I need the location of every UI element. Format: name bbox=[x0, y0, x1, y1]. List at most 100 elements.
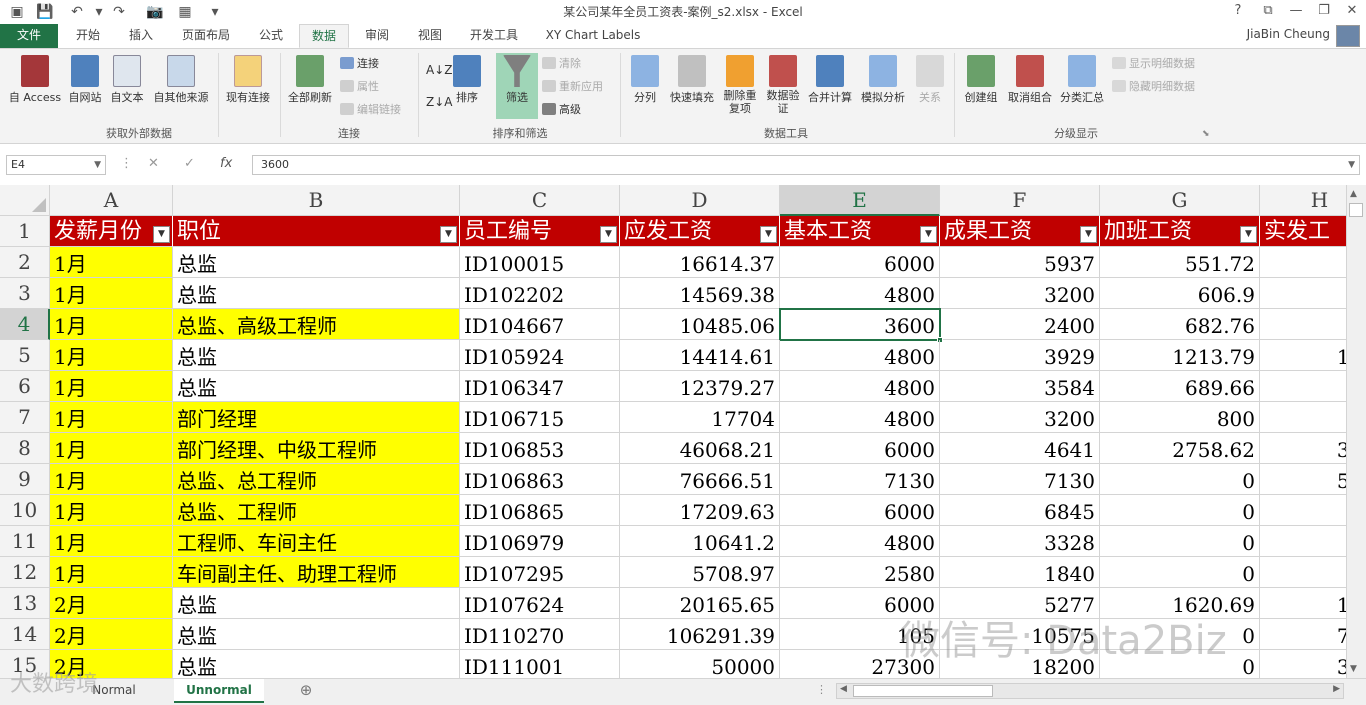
cell-base[interactable]: 2580 bbox=[780, 557, 940, 588]
tab-formulas[interactable]: 公式 bbox=[246, 24, 296, 48]
cell-month[interactable]: 1月 bbox=[50, 278, 173, 309]
cell-title[interactable]: 车间副主任、助理工程师 bbox=[173, 557, 460, 588]
name-box-dropdown-icon[interactable]: ▼ bbox=[94, 156, 101, 174]
insert-function-icon[interactable]: fx bbox=[220, 156, 232, 171]
column-header-d[interactable]: D bbox=[620, 185, 780, 216]
remove-duplicates-button[interactable]: 删除重复项 bbox=[718, 55, 762, 115]
column-header-h[interactable]: H bbox=[1260, 185, 1346, 216]
cell-gross[interactable]: 106291.39 bbox=[620, 619, 780, 650]
cell-month[interactable]: 1月 bbox=[50, 402, 173, 433]
cell-ot[interactable]: 682.76 bbox=[1100, 309, 1260, 340]
cell-base[interactable]: 7130 bbox=[780, 464, 940, 495]
cell-ot[interactable]: 0 bbox=[1100, 526, 1260, 557]
subtotal-button[interactable]: 分类汇总 bbox=[1056, 55, 1108, 105]
header-cell[interactable]: 员工编号 bbox=[460, 216, 620, 247]
cell-title[interactable]: 总监 bbox=[173, 650, 460, 678]
cell-net[interactable]: 12 bbox=[1260, 495, 1346, 526]
row-header[interactable]: 2 bbox=[0, 247, 50, 278]
cell-gross[interactable]: 5708.97 bbox=[620, 557, 780, 588]
cell-title[interactable]: 总监 bbox=[173, 278, 460, 309]
filter-dropdown-icon[interactable]: ▼ bbox=[1240, 226, 1257, 243]
tab-data[interactable]: 数据 bbox=[299, 24, 349, 48]
minimize-button[interactable]: — bbox=[1282, 0, 1310, 22]
tab-xy-chart-labels[interactable]: XY Chart Labels bbox=[536, 24, 650, 48]
cell-base[interactable]: 3600 bbox=[780, 309, 940, 340]
cell-result[interactable]: 3929 bbox=[940, 340, 1100, 371]
cell-month[interactable]: 1月 bbox=[50, 371, 173, 402]
header-cell[interactable]: 加班工资 bbox=[1100, 216, 1260, 247]
cell-gross[interactable]: 46068.21 bbox=[620, 433, 780, 464]
flash-fill-button[interactable]: 快速填充 bbox=[666, 55, 718, 105]
name-box[interactable]: E4 ▼ bbox=[6, 155, 106, 175]
cell-id[interactable]: ID102202 bbox=[460, 278, 620, 309]
cell-net[interactable]: 547 bbox=[1260, 464, 1346, 495]
cell-net[interactable]: 89 bbox=[1260, 371, 1346, 402]
connections-button[interactable]: 连接 bbox=[340, 55, 379, 73]
cell-base[interactable]: 4800 bbox=[780, 278, 940, 309]
advanced-filter-button[interactable]: 高级 bbox=[542, 101, 581, 119]
header-cell[interactable]: 基本工资 bbox=[780, 216, 940, 247]
cell-ot[interactable]: 0 bbox=[1100, 464, 1260, 495]
dialog-launcher-icon[interactable]: ⬊ bbox=[1202, 129, 1210, 139]
cell-id[interactable]: ID100015 bbox=[460, 247, 620, 278]
cell-month[interactable]: 1月 bbox=[50, 340, 173, 371]
row-header[interactable]: 7 bbox=[0, 402, 50, 433]
tab-file[interactable]: 文件 bbox=[0, 24, 58, 48]
hide-detail-button[interactable]: 隐藏明细数据 bbox=[1112, 78, 1195, 96]
cell-title[interactable]: 总监 bbox=[173, 247, 460, 278]
cell-month[interactable]: 2月 bbox=[50, 619, 173, 650]
filter-dropdown-icon[interactable]: ▼ bbox=[600, 226, 617, 243]
cell-title[interactable]: 工程师、车间主任 bbox=[173, 526, 460, 557]
column-header-b[interactable]: B bbox=[173, 185, 460, 216]
filter-dropdown-icon[interactable]: ▼ bbox=[1080, 226, 1097, 243]
column-header-c[interactable]: C bbox=[460, 185, 620, 216]
cell-net[interactable]: 341 bbox=[1260, 433, 1346, 464]
cell-gross[interactable]: 10641.2 bbox=[620, 526, 780, 557]
existing-connections-button[interactable]: 现有连接 bbox=[220, 55, 276, 105]
cell-title[interactable]: 总监 bbox=[173, 371, 460, 402]
column-header-g[interactable]: G bbox=[1100, 185, 1260, 216]
cell-id[interactable]: ID110270 bbox=[460, 619, 620, 650]
cell-title[interactable]: 总监、总工程师 bbox=[173, 464, 460, 495]
filter-dropdown-icon[interactable]: ▼ bbox=[920, 226, 937, 243]
cancel-icon[interactable]: ✕ bbox=[148, 156, 159, 171]
cell-result[interactable]: 1840 bbox=[940, 557, 1100, 588]
cell-gross[interactable]: 76666.51 bbox=[620, 464, 780, 495]
cell-ot[interactable]: 0 bbox=[1100, 557, 1260, 588]
filter-button[interactable]: 筛选 bbox=[496, 53, 538, 119]
clear-filter-button[interactable]: 清除 bbox=[542, 55, 581, 73]
cell-title[interactable]: 总监 bbox=[173, 340, 460, 371]
group-button[interactable]: 创建组 bbox=[958, 55, 1004, 105]
scroll-up-icon[interactable]: ▲ bbox=[1350, 189, 1357, 199]
row-header[interactable]: 6 bbox=[0, 371, 50, 402]
row-header[interactable]: 1 bbox=[0, 216, 50, 247]
from-text-button[interactable]: 自文本 bbox=[106, 55, 148, 105]
ungroup-button[interactable]: 取消组合 bbox=[1004, 55, 1056, 105]
cell-result[interactable]: 3200 bbox=[940, 402, 1100, 433]
scroll-right-icon[interactable]: ▶ bbox=[1333, 684, 1340, 694]
show-detail-button[interactable]: 显示明细数据 bbox=[1112, 55, 1195, 73]
header-cell[interactable]: 应发工资 bbox=[620, 216, 780, 247]
properties-button[interactable]: 属性 bbox=[340, 78, 379, 96]
reapply-button[interactable]: 重新应用 bbox=[542, 78, 603, 96]
cell-title[interactable]: 总监、工程师 bbox=[173, 495, 460, 526]
cell-title[interactable]: 部门经理、中级工程师 bbox=[173, 433, 460, 464]
row-header[interactable]: 8 bbox=[0, 433, 50, 464]
cell-title[interactable]: 总监 bbox=[173, 619, 460, 650]
horizontal-scrollbar[interactable]: ◀ ▶ bbox=[836, 683, 1344, 699]
horizontal-scroll-split-icon[interactable]: ⋮ bbox=[816, 683, 827, 696]
worksheet-grid[interactable]: A B C D E F G H 1 发薪月份 ▼ 职位 ▼ 员工编号 ▼ 应发工资 ▼ 基本工资 ▼ 成果工资 ▼ 加班工… bbox=[0, 185, 1346, 678]
cell-id[interactable]: ID107624 bbox=[460, 588, 620, 619]
enter-icon[interactable]: ✓ bbox=[184, 156, 195, 171]
refresh-all-button[interactable]: 全部刷新 bbox=[284, 55, 336, 105]
row-header[interactable]: 14 bbox=[0, 619, 50, 650]
relationships-button[interactable]: 关系 bbox=[912, 55, 948, 105]
cell-id[interactable]: ID106853 bbox=[460, 433, 620, 464]
cell-id[interactable]: ID106979 bbox=[460, 526, 620, 557]
cell-ot[interactable]: 1213.79 bbox=[1100, 340, 1260, 371]
cell-net[interactable]: 12 bbox=[1260, 402, 1346, 433]
formula-expand-icon[interactable]: ▼ bbox=[1348, 156, 1355, 174]
cell-gross[interactable]: 20165.65 bbox=[620, 588, 780, 619]
column-header-a[interactable]: A bbox=[50, 185, 173, 216]
cell-gross[interactable]: 12379.27 bbox=[620, 371, 780, 402]
